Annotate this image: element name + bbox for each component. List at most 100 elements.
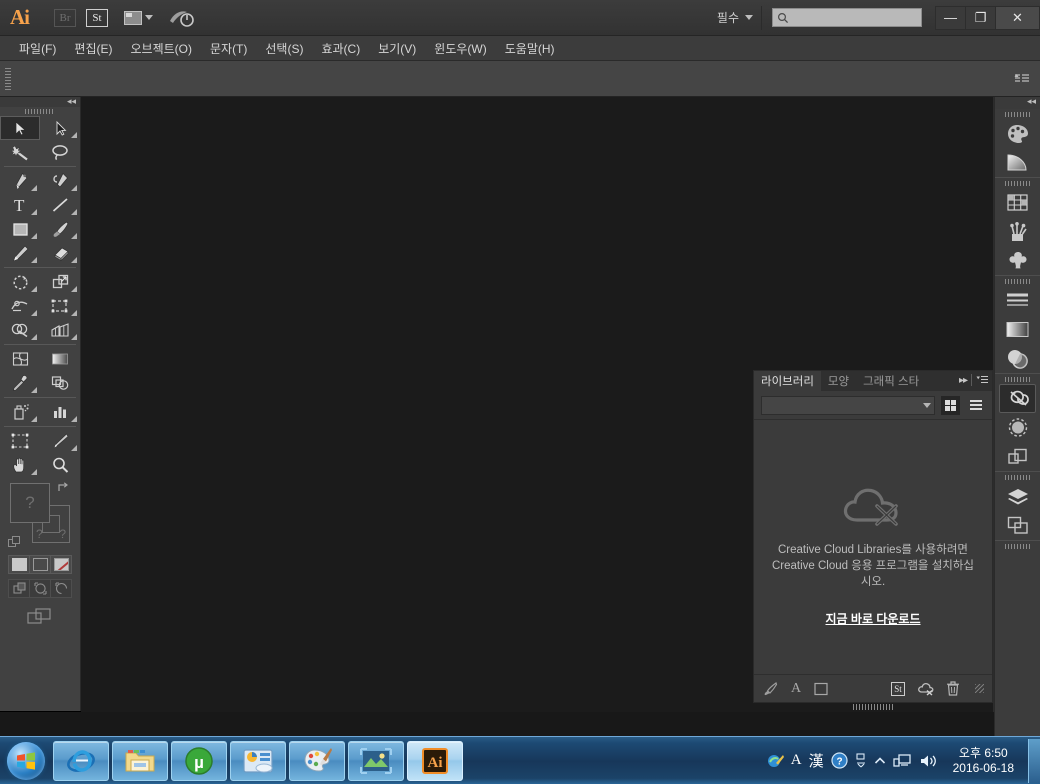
taskbar-paint[interactable] (289, 740, 345, 781)
add-graphic-icon[interactable] (762, 681, 778, 696)
slice-tool[interactable] (40, 429, 80, 453)
panel-resize-grip[interactable] (853, 704, 893, 710)
volume-icon[interactable] (919, 753, 938, 769)
ime-options-icon[interactable] (855, 752, 867, 769)
dock-grip[interactable] (995, 178, 1040, 188)
expand-panels-icon[interactable]: ◂◂ (1027, 96, 1036, 107)
go-to-start-icon[interactable] (169, 8, 195, 28)
column-graph-tool[interactable] (40, 400, 80, 424)
tab-graphic-styles[interactable]: 그래픽 스타 (856, 371, 926, 391)
bridge-button[interactable]: Br (54, 8, 76, 27)
gradient-tool[interactable] (40, 347, 80, 371)
search-input[interactable] (772, 8, 922, 27)
shape-builder-tool[interactable] (0, 318, 40, 342)
dock-grip[interactable] (995, 541, 1040, 551)
swatches-panel-icon[interactable] (995, 188, 1040, 217)
ime-hanja-icon[interactable]: 漢 (809, 750, 824, 771)
tab-appearance[interactable]: 모양 (821, 371, 856, 391)
taskbar-control-app[interactable] (230, 740, 286, 781)
brushes-panel-icon[interactable] (995, 217, 1040, 246)
hand-tool[interactable] (0, 453, 40, 477)
eraser-tool[interactable] (40, 241, 80, 265)
color-panel-icon[interactable] (995, 119, 1040, 148)
swap-fill-stroke-icon[interactable] (57, 481, 70, 494)
dock-grip[interactable] (995, 276, 1040, 286)
menu-type[interactable]: 문자(T) (201, 38, 256, 59)
library-select[interactable] (761, 395, 935, 415)
dock-grip[interactable] (995, 109, 1040, 119)
magic-wand-tool[interactable] (0, 140, 40, 164)
adobe-stock-icon[interactable]: St (891, 681, 905, 696)
color-guide-panel-icon[interactable] (995, 148, 1040, 177)
show-hidden-icons-icon[interactable] (874, 756, 886, 766)
resize-grip[interactable] (975, 684, 984, 693)
menu-window[interactable]: 윈도우(W) (425, 38, 495, 59)
list-view-icon[interactable] (966, 396, 985, 415)
drag-grip[interactable] (5, 67, 11, 90)
ime-help-icon[interactable]: ? (831, 752, 848, 769)
none-mode-button[interactable] (51, 556, 71, 573)
download-link[interactable]: 지금 바로 다운로드 (826, 610, 921, 627)
taskbar-photo-viewer[interactable] (348, 740, 404, 781)
menu-view[interactable]: 보기(V) (369, 38, 425, 59)
delete-icon[interactable] (946, 681, 960, 696)
layers-panel-icon[interactable] (995, 482, 1040, 511)
libraries-panel-icon[interactable] (999, 384, 1036, 413)
rotate-tool[interactable] (0, 270, 40, 294)
collapse-panel-icon[interactable]: ◂◂ (67, 96, 76, 107)
show-desktop-button[interactable] (1028, 738, 1040, 783)
artboards-panel-icon[interactable] (995, 511, 1040, 540)
type-tool[interactable]: T (0, 193, 40, 217)
paintbrush-tool[interactable] (40, 217, 80, 241)
draw-behind-button[interactable] (30, 580, 51, 597)
taskbar-internet-explorer[interactable] (53, 740, 109, 781)
scale-tool[interactable] (40, 270, 80, 294)
add-shape-icon[interactable] (814, 682, 829, 696)
lasso-tool[interactable] (40, 140, 80, 164)
appearance-panel-icon[interactable] (995, 413, 1040, 442)
width-tool[interactable] (0, 294, 40, 318)
start-button[interactable] (2, 739, 50, 783)
perspective-grid-tool[interactable] (40, 318, 80, 342)
draw-inside-button[interactable] (51, 580, 71, 597)
dock-grip[interactable] (995, 472, 1040, 482)
stock-button[interactable]: St (86, 8, 108, 27)
panel-menu-icon[interactable] (1014, 73, 1030, 85)
ime-alphabet-icon[interactable]: A (791, 752, 802, 769)
dock-grip[interactable] (995, 374, 1040, 384)
draw-normal-button[interactable] (9, 580, 30, 597)
add-text-style-icon[interactable]: A (791, 681, 801, 697)
eyedropper-tool[interactable] (0, 371, 40, 395)
color-mode-button[interactable] (9, 556, 30, 573)
clock[interactable]: 오후 6:50 2016-06-18 (945, 746, 1022, 776)
free-transform-tool[interactable] (40, 294, 80, 318)
menu-edit[interactable]: 편집(E) (65, 38, 121, 59)
blend-tool[interactable] (40, 371, 80, 395)
restore-button[interactable]: ❐ (965, 5, 996, 30)
stroke-panel-icon[interactable] (995, 286, 1040, 315)
ime-pen-icon[interactable] (767, 753, 784, 769)
menu-object[interactable]: 오브젝트(O) (121, 38, 201, 59)
panel-menu-icon[interactable] (976, 375, 989, 385)
add-anchor-point-tool[interactable] (40, 169, 80, 193)
rectangle-tool[interactable] (0, 217, 40, 241)
menu-help[interactable]: 도움말(H) (496, 38, 564, 59)
pencil-tool[interactable] (0, 241, 40, 265)
minimize-button[interactable]: — (935, 5, 966, 30)
selection-tool[interactable] (0, 116, 40, 140)
zoom-tool[interactable] (40, 453, 80, 477)
fill-swatch[interactable]: ? (10, 483, 50, 523)
line-segment-tool[interactable] (40, 193, 80, 217)
gradient-mode-button[interactable] (30, 556, 51, 573)
arrange-documents-icon[interactable] (124, 10, 153, 25)
grid-view-icon[interactable] (941, 395, 960, 415)
taskbar-windows-explorer[interactable] (112, 740, 168, 781)
change-screen-mode-button[interactable] (0, 606, 80, 626)
workspace-switcher[interactable]: 필수 (709, 5, 762, 30)
symbols-panel-icon[interactable] (995, 246, 1040, 275)
collapse-panel-icon[interactable]: ▸▸ (959, 375, 968, 386)
close-button[interactable]: ✕ (995, 5, 1040, 30)
symbol-sprayer-tool[interactable] (0, 400, 40, 424)
network-icon[interactable] (892, 753, 912, 769)
menu-effect[interactable]: 효과(C) (312, 38, 369, 59)
